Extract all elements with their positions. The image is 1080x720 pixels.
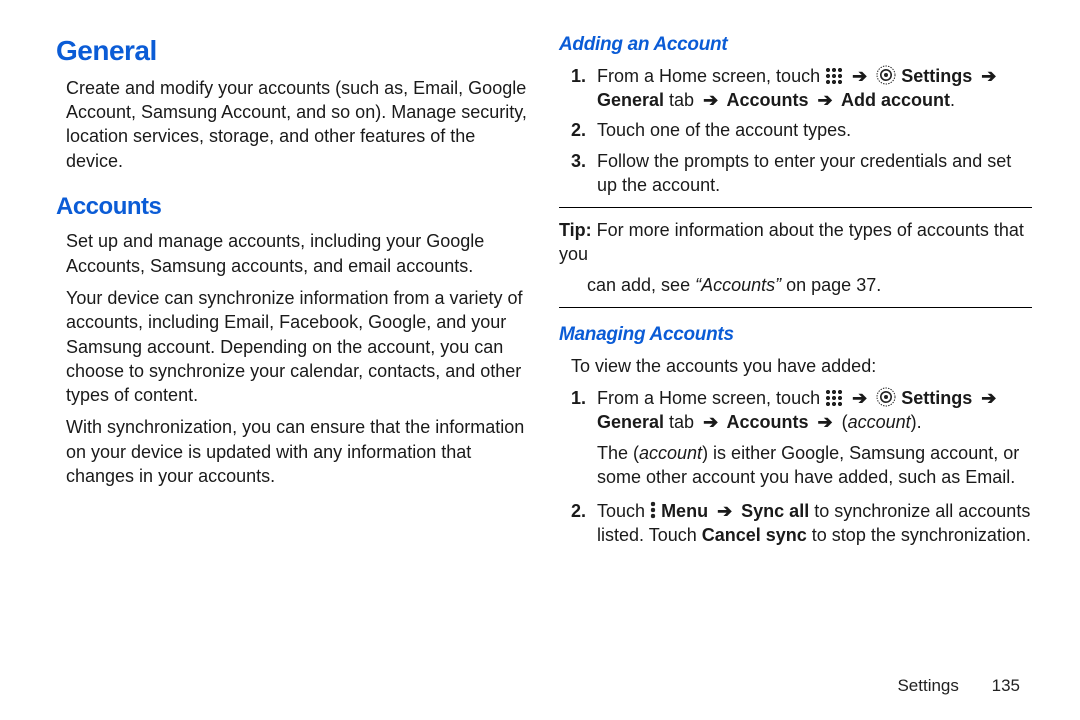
settings-label: Settings	[901, 388, 977, 408]
footer-section: Settings	[897, 676, 958, 695]
tip-page: on page 37.	[781, 275, 881, 295]
step-number: 1.	[571, 64, 586, 88]
expl-a: The (	[597, 443, 639, 463]
tip-text-2: can add, see	[587, 275, 695, 295]
man-s1-explain: The (account) is either Google, Samsung …	[597, 441, 1032, 490]
step-number: 3.	[571, 149, 586, 173]
arrow-icon: ➔	[852, 66, 867, 86]
heading-adding-account: Adding an Account	[559, 32, 1032, 58]
settings-gear-icon	[876, 65, 896, 85]
accounts-label: Accounts	[722, 412, 813, 432]
adding-steps: 1. From a Home screen, touch ➔ Settings …	[571, 64, 1032, 197]
add-s3-text: Follow the prompts to enter your credent…	[597, 151, 1011, 195]
add-s1-pre: From a Home screen, touch	[597, 66, 825, 86]
heading-managing-accounts: Managing Accounts	[559, 322, 1032, 348]
arrow-icon: ➔	[852, 388, 867, 408]
step-number: 1.	[571, 386, 586, 410]
accounts-p1: Set up and manage accounts, including yo…	[56, 229, 529, 278]
settings-label: Settings	[901, 66, 977, 86]
man-s2-end: to stop the synchronization.	[807, 525, 1031, 545]
settings-gear-icon	[876, 387, 896, 407]
menu-label: Menu	[661, 501, 713, 521]
man-s1-pre: From a Home screen, touch	[597, 388, 825, 408]
close-paren: ).	[911, 412, 922, 432]
cancel-sync-label: Cancel sync	[702, 525, 807, 545]
page-footer: Settings 135	[897, 675, 1020, 698]
man-step-1: 1. From a Home screen, touch ➔ Settings …	[597, 386, 1032, 489]
step-number: 2.	[571, 118, 586, 142]
general-tab-label: General	[597, 412, 664, 432]
tip-text-1: For more information about the types of …	[559, 220, 1024, 264]
tab-word: tab	[664, 412, 699, 432]
apps-grid-icon	[825, 389, 843, 407]
general-paragraph: Create and modify your accounts (such as…	[56, 76, 529, 173]
man-s2-touch: Touch	[597, 501, 650, 521]
right-column: Adding an Account 1. From a Home screen,…	[559, 32, 1032, 556]
add-account-label: Add account	[837, 90, 950, 110]
tip-line2: can add, see “Accounts” on page 37.	[559, 273, 1032, 297]
arrow-icon: ➔	[981, 66, 996, 86]
open-paren: (	[837, 412, 848, 432]
accounts-p3: With synchronization, you can ensure tha…	[56, 415, 529, 488]
footer-page-number: 135	[992, 676, 1020, 695]
arrow-icon: ➔	[818, 90, 833, 110]
step-number: 2.	[571, 499, 586, 523]
tip-label: Tip:	[559, 220, 592, 240]
add-step-3: 3. Follow the prompts to enter your cred…	[597, 149, 1032, 198]
account-italic: account	[848, 412, 911, 432]
expl-it: account	[639, 443, 702, 463]
arrow-icon: ➔	[703, 412, 718, 432]
add-step-1: 1. From a Home screen, touch ➔ Settings …	[597, 64, 1032, 113]
sync-all-label: Sync all	[736, 501, 809, 521]
managing-intro: To view the accounts you have added:	[571, 354, 1032, 378]
man-step-2: 2. Touch Menu ➔ Sync all to synchronize …	[597, 499, 1032, 548]
tab-word: tab	[664, 90, 699, 110]
heading-accounts: Accounts	[56, 191, 529, 223]
menu-dots-icon	[650, 501, 656, 519]
managing-steps: 1. From a Home screen, touch ➔ Settings …	[571, 386, 1032, 548]
general-tab-label: General	[597, 90, 664, 110]
arrow-icon: ➔	[818, 412, 833, 432]
accounts-p2: Your device can synchronize information …	[56, 286, 529, 407]
divider	[559, 207, 1032, 208]
arrow-icon: ➔	[703, 90, 718, 110]
tip-block: Tip: For more information about the type…	[559, 218, 1032, 267]
apps-grid-icon	[825, 67, 843, 85]
tip-ref: “Accounts”	[695, 275, 781, 295]
manual-page: General Create and modify your accounts …	[0, 0, 1080, 556]
add-s2-text: Touch one of the account types.	[597, 120, 851, 140]
divider	[559, 307, 1032, 308]
add-step-2: 2. Touch one of the account types.	[597, 118, 1032, 142]
left-column: General Create and modify your accounts …	[56, 32, 529, 556]
arrow-icon: ➔	[981, 388, 996, 408]
arrow-icon: ➔	[717, 501, 732, 521]
heading-general: General	[56, 32, 529, 70]
accounts-label: Accounts	[722, 90, 813, 110]
